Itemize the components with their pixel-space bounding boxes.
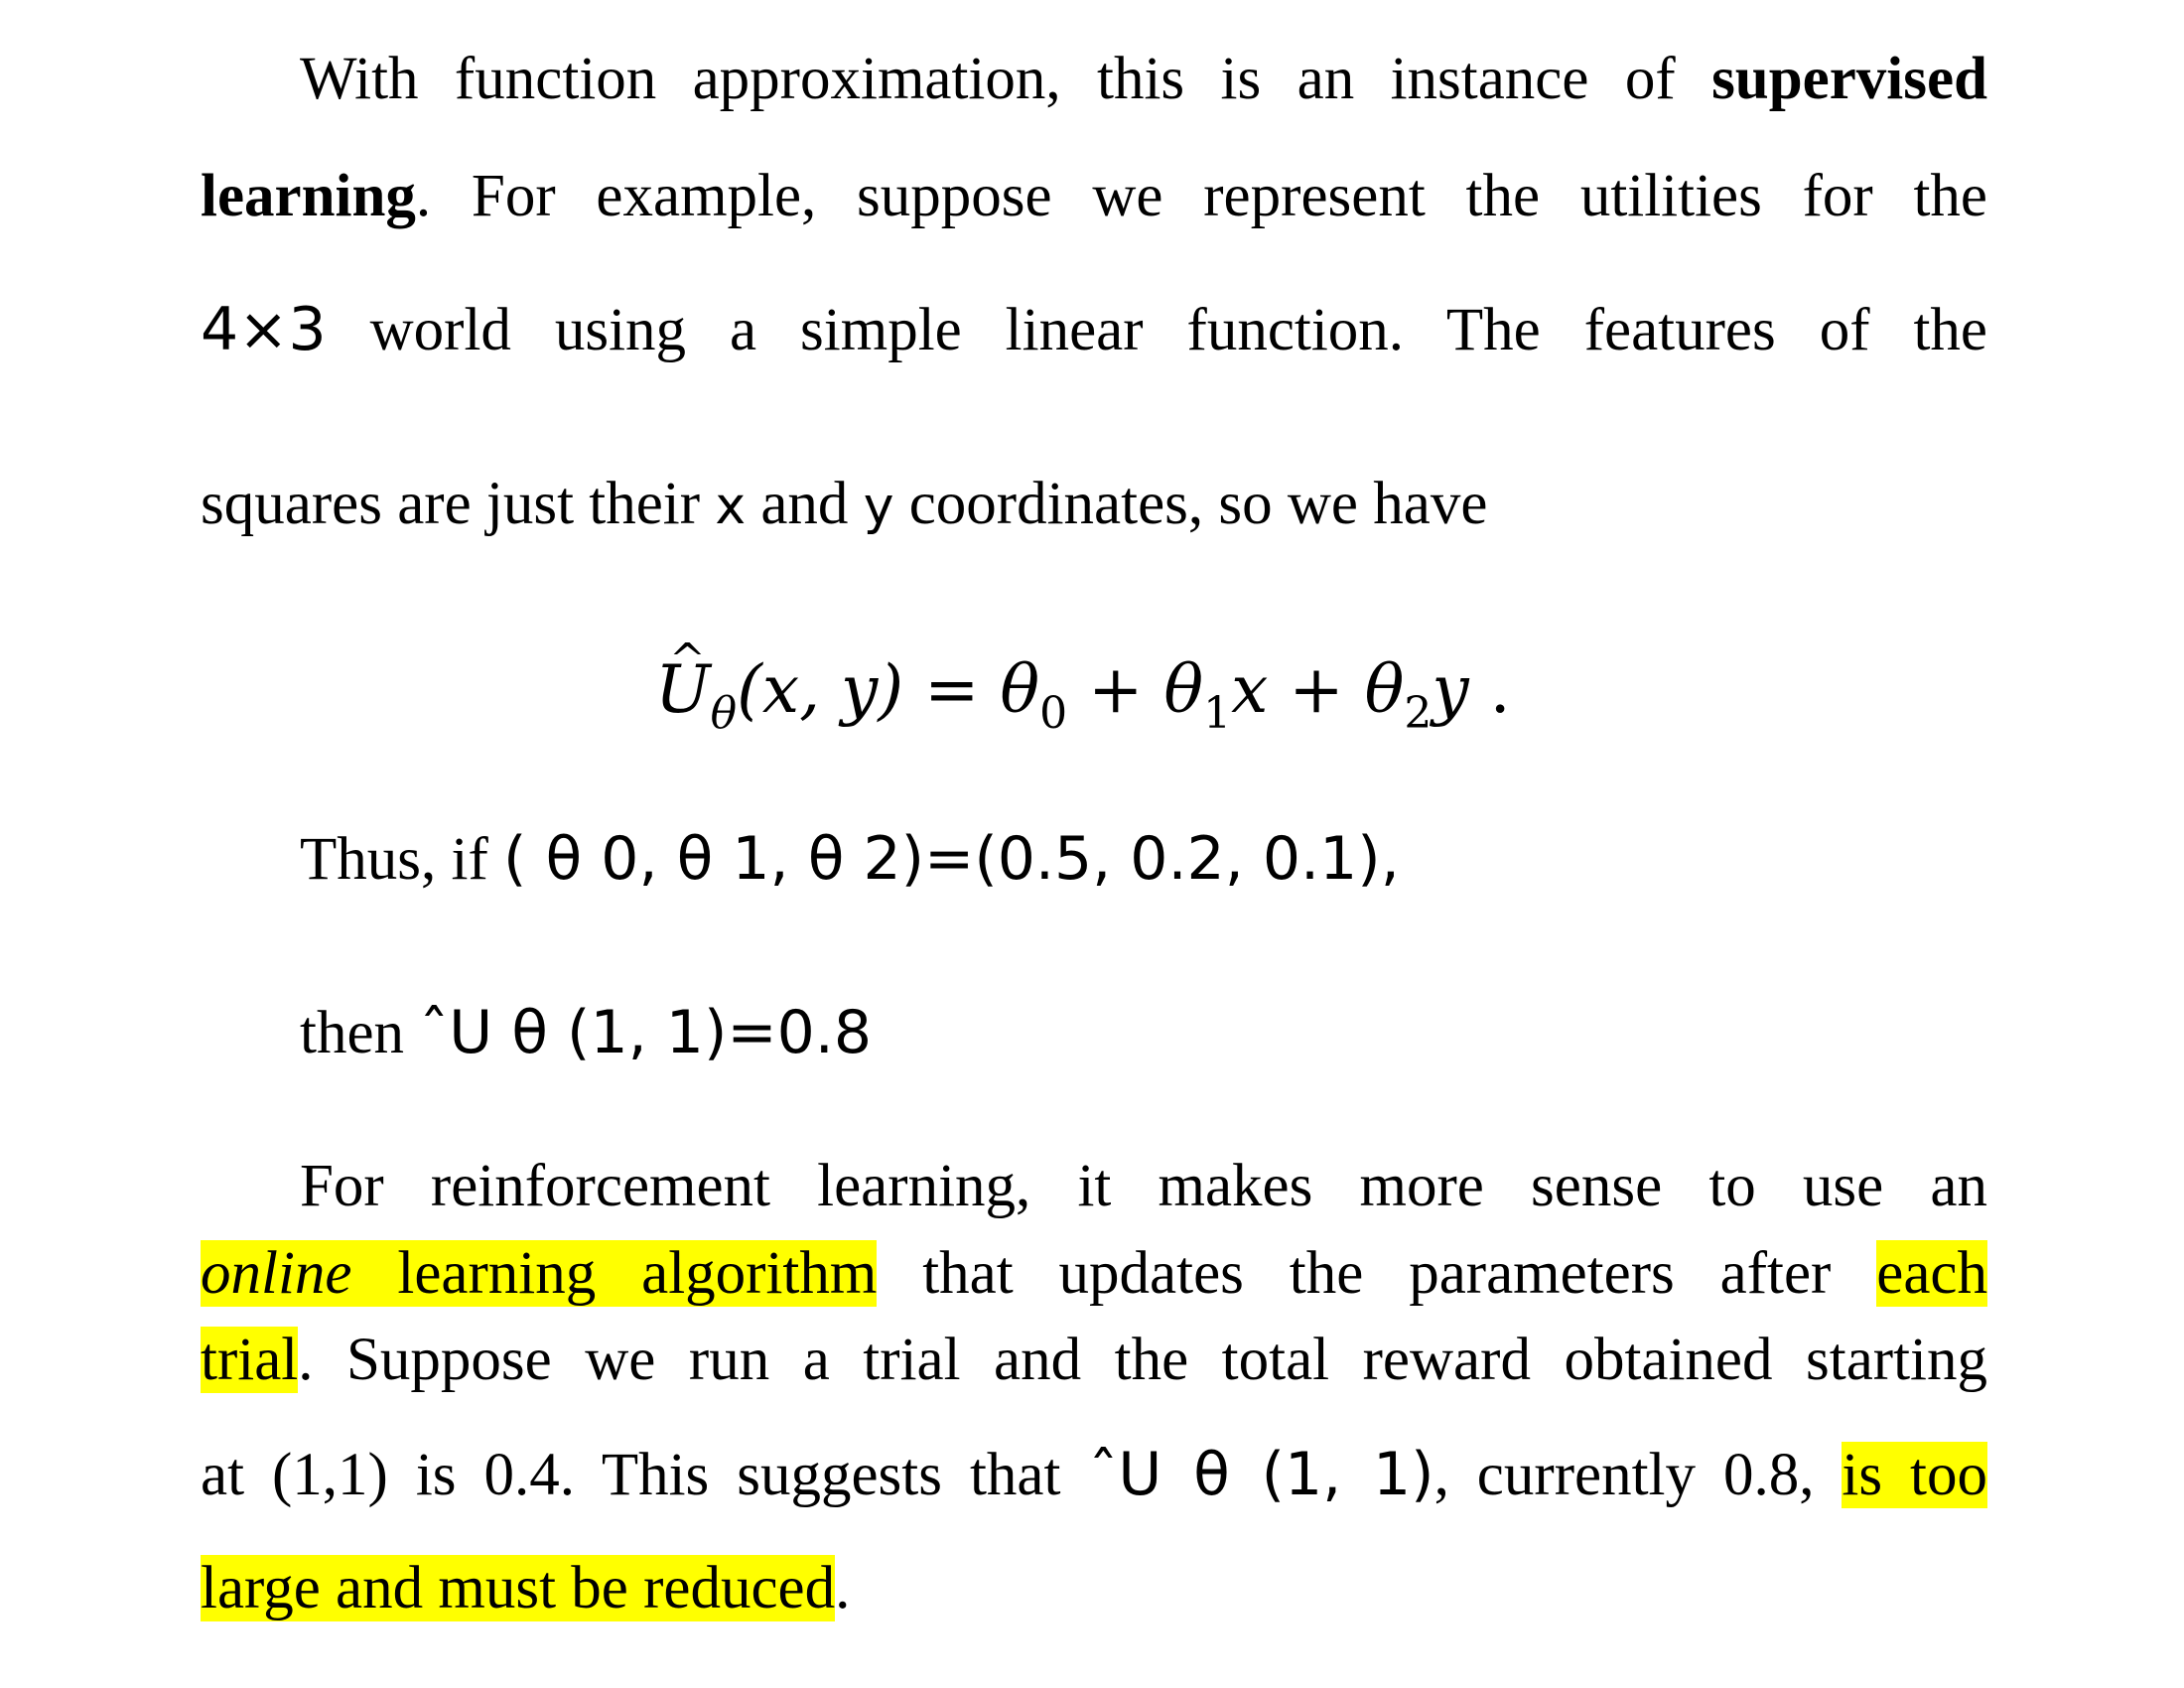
para2-line4: at (1,1) is 0.4. This suggests that ˆU θ… (201, 1435, 1988, 1515)
text: squares are just their (201, 471, 716, 537)
highlight: online learning algorithm (201, 1240, 878, 1307)
italic-term: online (201, 1240, 352, 1307)
formula-u-hat: U (655, 606, 711, 745)
theta-values: ( θ 0, θ 1, θ 2)=(0.5, 0.2, 0.1), (503, 824, 1400, 894)
formula-sub: θ (710, 688, 738, 739)
text: world using a simple linear function. Th… (326, 297, 1987, 363)
utility-formula: Uθ(x, y) = θ0 + θ1x + θ2y . (655, 606, 1648, 745)
text: and (746, 471, 864, 537)
para2-line3: trial. Suppose we run a trial and the to… (201, 1321, 1987, 1400)
var-x: x (715, 477, 747, 536)
highlight: each (1876, 1240, 1987, 1307)
text: . (835, 1555, 851, 1621)
text: For reinforcement learning, it makes mor… (300, 1153, 1987, 1219)
utility-expr: ˆU θ (1, 1) (1088, 1440, 1434, 1509)
formula-theta: θ (1364, 651, 1405, 728)
formula-args: (x, y) (737, 651, 904, 728)
formula-plus: + (1067, 651, 1164, 728)
para2-line1: For reinforcement learning, it makes mor… (300, 1147, 1987, 1226)
formula-theta: θ (1163, 651, 1204, 728)
bold-term: supervised (1711, 46, 1987, 112)
formula-end: . (1468, 651, 1511, 728)
text: learning algorithm (351, 1240, 878, 1307)
formula-sub: 1 (1203, 688, 1232, 739)
text: then (300, 1000, 420, 1066)
highlight: trial (201, 1327, 299, 1393)
para1-line4: squares are just their x and y coordinat… (201, 465, 1987, 546)
text: at (1,1) is 0.4. This suggests that (201, 1442, 1089, 1508)
grid-size-math: 4×3 (201, 295, 327, 364)
formula-plus: + (1268, 651, 1365, 728)
text: coordinates, so we have (893, 471, 1488, 537)
formula-var: y (1432, 651, 1469, 728)
text: that updates the parameters after (877, 1240, 1877, 1307)
thus-line: Thus, if ( θ 0, θ 1, θ 2)=(0.5, 0.2, 0.1… (300, 819, 1987, 900)
para1-line2: learning. For example, suppose we repres… (201, 157, 1987, 236)
para2-line2: online learning algorithm that updates t… (201, 1234, 1987, 1314)
text: With function approximation, this is an … (300, 46, 1712, 112)
para2-line5: large and must be reduced. (201, 1549, 1987, 1628)
para1-line1: With function approximation, this is an … (300, 40, 1987, 119)
formula-equals: = (903, 651, 1001, 728)
formula-theta: θ (1000, 651, 1040, 728)
formula-var: x (1231, 651, 1269, 728)
highlight: large and must be reduced (201, 1555, 836, 1621)
var-y: y (863, 477, 894, 536)
utility-value: ˆU θ (1, 1)=0.8 (419, 998, 873, 1067)
text: , currently 0.8, (1433, 1442, 1843, 1508)
text: Thus, if (300, 826, 504, 893)
bold-term: learning (201, 163, 416, 229)
formula-sub: 2 (1404, 688, 1433, 739)
highlight: is too (1842, 1442, 1988, 1508)
para1-line3: 4×3 world using a simple linear function… (201, 290, 1987, 370)
text: . For example, suppose we represent the … (415, 163, 1987, 229)
then-line: then ˆU θ (1, 1)=0.8 (300, 993, 1987, 1073)
text: . Suppose we run a trial and the total r… (298, 1327, 1987, 1393)
formula-sub: 0 (1039, 688, 1068, 739)
document-page: With function approximation, this is an … (0, 0, 2184, 1688)
